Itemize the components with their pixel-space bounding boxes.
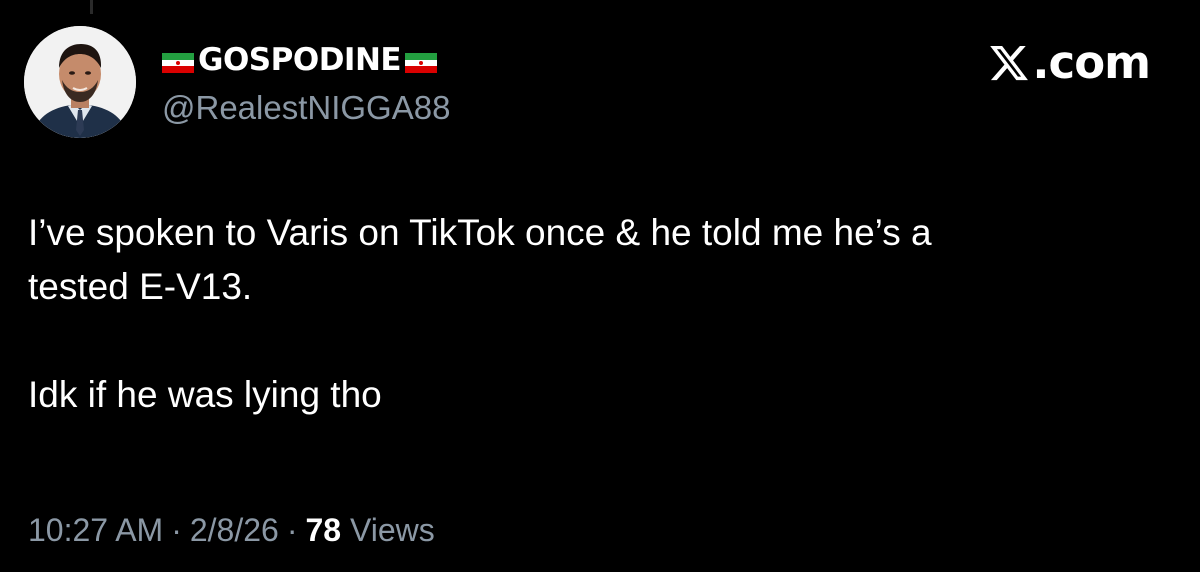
iran-flag-icon bbox=[405, 53, 438, 73]
user-handle[interactable]: @RealestNIGGA88 bbox=[162, 88, 450, 128]
brand-watermark: .com bbox=[988, 36, 1151, 90]
tweet-date[interactable]: 2/8/26 bbox=[190, 512, 279, 548]
views-label: Views bbox=[349, 512, 435, 548]
tweet-body: I’ve spoken to Varis on TikTok once & he… bbox=[28, 206, 1168, 422]
user-avatar[interactable] bbox=[24, 26, 136, 138]
display-name[interactable]: GOSPODINE bbox=[198, 38, 402, 82]
avatar-image bbox=[24, 26, 136, 138]
tweet-text-line: I’ve spoken to Varis on TikTok once & he… bbox=[28, 212, 932, 253]
separator-dot: · bbox=[171, 512, 182, 548]
x-logo-icon bbox=[990, 45, 1029, 81]
brand-domain: .com bbox=[1032, 36, 1151, 89]
tweet-text-line: tested E-V13. bbox=[28, 266, 253, 307]
iran-flag-icon bbox=[162, 53, 194, 73]
tweet-time[interactable]: 10:27 AM bbox=[28, 512, 163, 548]
tweet-metadata: 10:27 AM · 2/8/26 · 78 Views bbox=[28, 510, 435, 550]
tweet-text-paragraph: Idk if he was lying tho bbox=[28, 374, 382, 415]
separator-dot: · bbox=[286, 512, 298, 548]
thread-connector-line bbox=[90, 0, 93, 14]
author-name-row[interactable]: GOSPODINE bbox=[162, 38, 438, 82]
views-count: 78 bbox=[305, 512, 342, 548]
